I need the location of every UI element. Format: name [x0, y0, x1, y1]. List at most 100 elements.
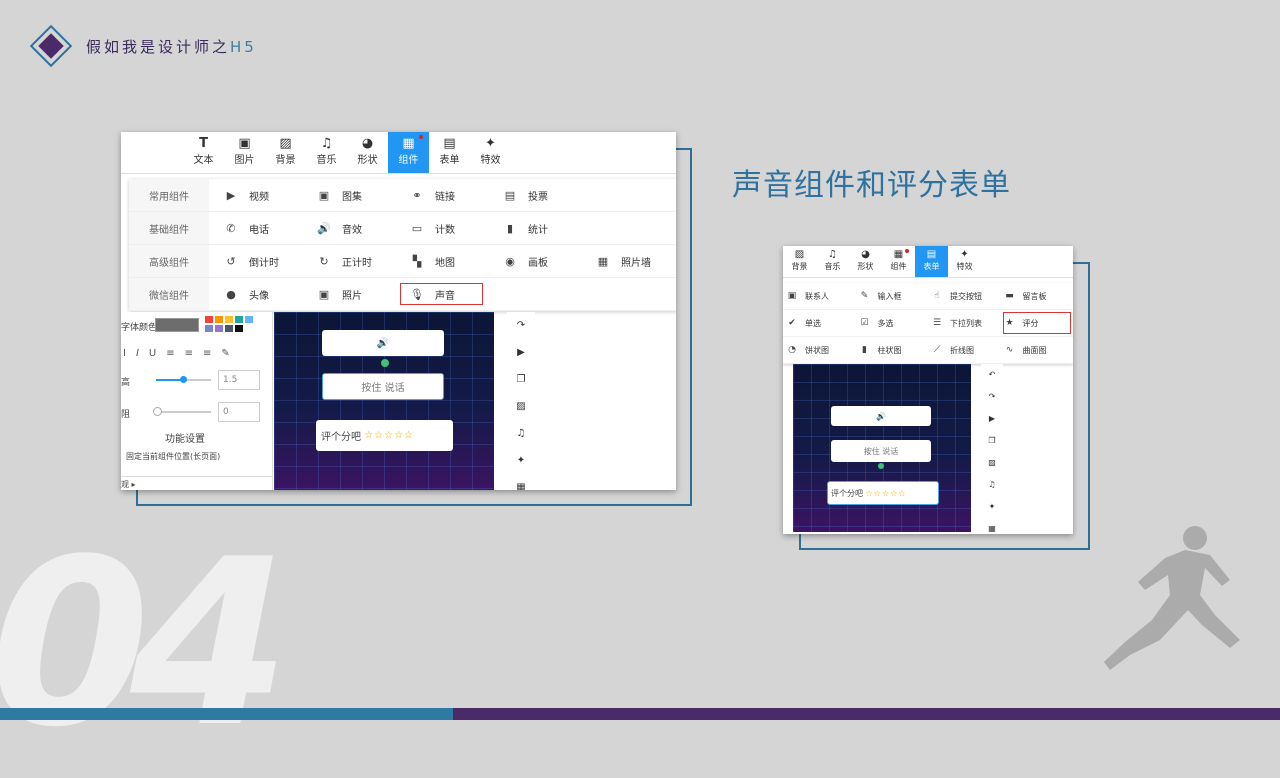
toolbar-item-7[interactable]: ✦ 特效	[470, 132, 511, 173]
star-icons[interactable]: ☆☆☆☆☆	[364, 430, 414, 441]
offset-input[interactable]: 0	[218, 402, 260, 422]
toolbar2-item-0[interactable]: ▨ 背景	[783, 246, 816, 277]
menu2-item-2-2[interactable]: ⟋ 折线图	[928, 337, 1001, 363]
speaker-icon: 🔊	[376, 337, 390, 349]
toolbar-icon-6: ▤	[443, 136, 456, 151]
editor-toolbar-2: ▨ 背景 ♫ 音乐 ◕ 形状 ▦ 组件 ▤ 表单 ✦ 特效	[783, 246, 1073, 278]
spacing-slider[interactable]	[156, 376, 211, 383]
menu-item-0-0[interactable]: ▶ 视频	[209, 179, 302, 211]
sidebar-tool-icon-1[interactable]: ▶	[507, 339, 535, 366]
menu-category[interactable]: 微信组件	[129, 278, 209, 310]
toolbar2-item-1[interactable]: ♫ 音乐	[816, 246, 849, 277]
sidebar2-tool-icon-0[interactable]: ↶	[981, 364, 1003, 386]
menu-item-3-2[interactable]: 🎙 声音	[395, 278, 488, 310]
toolbar2-item-2[interactable]: ◕ 形状	[849, 246, 882, 277]
font-color-label: 字体颜色	[121, 323, 158, 333]
text-format-tools[interactable]: IIU≡≡≡✎	[123, 348, 240, 359]
press-to-talk-widget[interactable]: 按住 说话	[322, 373, 444, 400]
sidebar2-tool-icon-1[interactable]: ↷	[981, 386, 1003, 408]
menu2-item-2-3[interactable]: ∿ 曲面图	[1001, 337, 1074, 363]
menu-item-label: 音效	[342, 224, 362, 236]
toolbar-label-2: 背景	[275, 155, 296, 166]
sidebar-tool-icon-6[interactable]: ▦	[507, 474, 535, 490]
menu-item-2-0[interactable]: ↺ 倒计时	[209, 245, 302, 277]
toolbar-item-4[interactable]: ◕ 形状	[347, 132, 388, 173]
menu2-item-0-3[interactable]: ▬ 留言板	[1001, 283, 1074, 309]
menu-item-1-0[interactable]: ✆ 电话	[209, 212, 302, 244]
toolbar-item-6[interactable]: ▤ 表单	[429, 132, 470, 173]
rating-widget-2[interactable]: 评个分吧 ☆☆☆☆☆	[827, 481, 939, 505]
rating-widget[interactable]: 评个分吧 ☆☆☆☆☆	[316, 420, 453, 451]
rotate-handle[interactable]	[381, 359, 389, 367]
menu-item-2-2[interactable]: ▚ 地图	[395, 245, 488, 277]
spacing-input[interactable]: 1.5	[218, 370, 260, 390]
sidebar2-tool-icon-2[interactable]: ▶	[981, 408, 1003, 430]
menu2-item-0-0[interactable]: ▣ 联系人	[783, 283, 856, 309]
sidebar2-tool-icon-7[interactable]: ▦	[981, 518, 1003, 534]
menu2-item-2-1[interactable]: ▮ 柱状图	[856, 337, 929, 363]
menu-icon: ▚	[412, 254, 422, 268]
menu2-item-1-2[interactable]: ☰ 下拉列表	[928, 310, 1001, 336]
menu-item-1-1[interactable]: 🔊 音效	[302, 212, 395, 244]
toolbar2-item-4[interactable]: ▤ 表单	[915, 246, 948, 277]
menu-item-1-2[interactable]: ▭ 计数	[395, 212, 488, 244]
sidebar2-tool-icon-5[interactable]: ♫	[981, 474, 1003, 496]
toolbar-label-5: 组件	[398, 155, 419, 166]
menu-item-2-4[interactable]: ▦ 照片墙	[581, 245, 674, 277]
sidebar-tool-icon-2[interactable]: ❐	[507, 366, 535, 393]
sound-widget-2[interactable]: 🔊	[831, 406, 931, 426]
toolbar2-icon-2: ◕	[861, 249, 870, 260]
sound-widget[interactable]: 🔊	[322, 330, 444, 356]
toolbar2-item-3[interactable]: ▦ 组件	[882, 246, 915, 277]
sidebar2-tool-icon-4[interactable]: ▨	[981, 452, 1003, 474]
menu2-icon: ✎	[860, 291, 869, 301]
menu2-item-0-1[interactable]: ✎ 输入框	[856, 283, 929, 309]
menu2-item-0-2[interactable]: ☝ 提交按钮	[928, 283, 1001, 309]
sidebar2-tool-icon-6[interactable]: ✦	[981, 496, 1003, 518]
menu-item-0-2[interactable]: ⚭ 链接	[395, 179, 488, 211]
menu-category[interactable]: 常用组件	[129, 179, 209, 211]
menu-item-1-3[interactable]: ▮ 统计	[488, 212, 581, 244]
menu-item-3-0[interactable]: ● 头像	[209, 278, 302, 310]
rotate-handle-2[interactable]	[878, 463, 884, 469]
press-to-talk-widget-2[interactable]: 按住 说话	[831, 440, 931, 462]
toolbar2-item-5[interactable]: ✦ 特效	[948, 246, 981, 277]
menu-icon: ⚭	[412, 188, 422, 202]
sidebar2-tool-icon-3[interactable]: ❐	[981, 430, 1003, 452]
menu-item-label: 视频	[249, 191, 269, 203]
menu-item-label: 照片	[342, 290, 362, 302]
offset-slider[interactable]	[153, 407, 211, 416]
sidebar-tool-icon-0[interactable]: ↷	[507, 312, 535, 339]
toolbar2-icon-1: ♫	[828, 249, 837, 260]
toolbar-item-1[interactable]: ▣ 图片	[224, 132, 265, 173]
menu-item-2-3[interactable]: ◉ 画板	[488, 245, 581, 277]
canvas-tool-sidebar-2: ↶ ↷ ▶ ❐ ▨ ♫ ✦ ▦	[981, 364, 1003, 534]
toolbar-item-0[interactable]: T 文本	[183, 132, 224, 173]
sidebar-tool-icon-4[interactable]: ♫	[507, 420, 535, 447]
menu-item-2-1[interactable]: ↻ 正计时	[302, 245, 395, 277]
toolbar2-icon-5: ✦	[960, 249, 969, 260]
fix-position-label[interactable]: 固定当前组件位置(长页面)	[126, 451, 220, 462]
menu-category[interactable]: 高级组件	[129, 245, 209, 277]
menu2-item-1-3[interactable]: ★ 评分	[1001, 310, 1074, 336]
toolbar-item-3[interactable]: ♫ 音乐	[306, 132, 347, 173]
menu-item-0-1[interactable]: ▣ 图集	[302, 179, 395, 211]
menu-row: 常用组件 ▶ 视频 ▣ 图集 ⚭ 链接 ▤ 投票	[129, 179, 676, 212]
toolbar-item-2[interactable]: ▨ 背景	[265, 132, 306, 173]
menu-item-3-1[interactable]: ▣ 照片	[302, 278, 395, 310]
menu2-item-1-0[interactable]: ✔ 单选	[783, 310, 856, 336]
color-swatch[interactable]	[155, 318, 199, 332]
toolbar2-icon-3: ▦	[893, 249, 904, 260]
menu-item-0-3[interactable]: ▤ 投票	[488, 179, 581, 211]
star-icons-2[interactable]: ☆☆☆☆☆	[866, 489, 907, 498]
toolbar-item-5[interactable]: ▦ 组件	[388, 132, 429, 173]
sidebar-tool-icon-5[interactable]: ✦	[507, 447, 535, 474]
color-palette[interactable]	[205, 316, 261, 332]
menu-category[interactable]: 基础组件	[129, 212, 209, 244]
sidebar-tool-icon-3[interactable]: ▨	[507, 393, 535, 420]
menu-item-label: 照片墙	[621, 257, 651, 269]
menu-item-label: 图集	[342, 191, 362, 203]
menu2-item-1-1[interactable]: ☑ 多选	[856, 310, 929, 336]
more-row[interactable]: 观 ▸	[121, 476, 273, 490]
menu2-item-2-0[interactable]: ◔ 饼状图	[783, 337, 856, 363]
